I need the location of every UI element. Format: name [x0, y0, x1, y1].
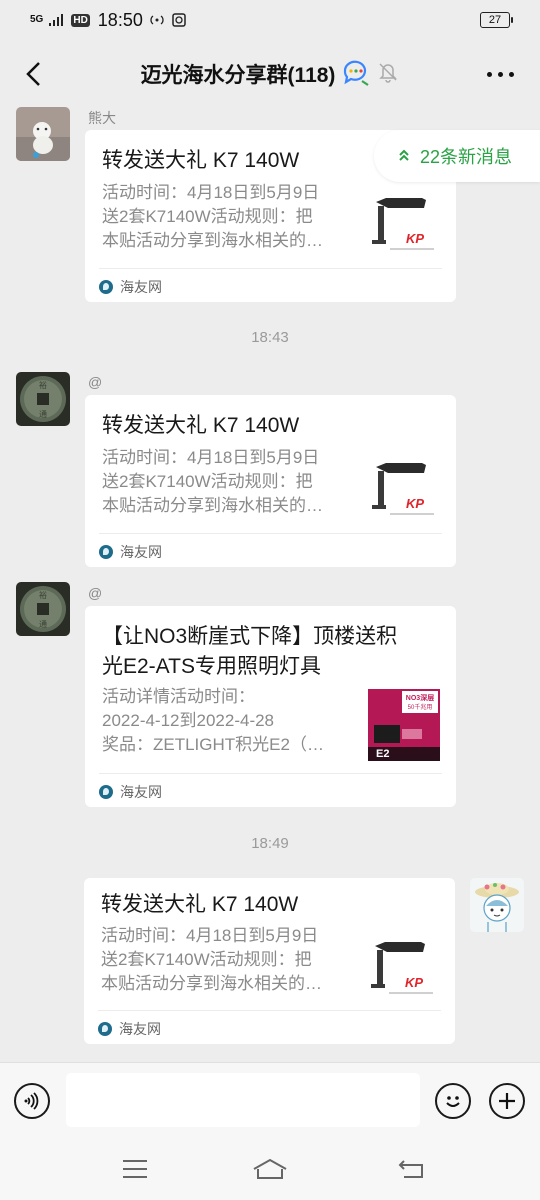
system-nav-bar	[0, 1138, 540, 1200]
haiyou-logo-icon	[99, 545, 113, 559]
card-desc-line: 本贴活动分享到海水相关的…	[102, 231, 323, 250]
haiyou-logo-icon	[99, 785, 113, 799]
card-divider	[99, 773, 442, 774]
thumb-text: E2	[376, 748, 389, 760]
plus-icon	[499, 1093, 515, 1109]
sender-name: @	[88, 374, 103, 390]
thumb-text: 50千兆用	[408, 703, 433, 711]
chevron-up-double-icon	[398, 148, 410, 165]
home-icon	[253, 1158, 287, 1179]
card-desc-line: 奖品：ZETLIGHT积光E2（…	[102, 735, 324, 754]
card-title: 【让NO3断崖式下降】顶楼送积 光E2-ATS专用照明灯具	[102, 622, 397, 682]
menu-icon	[123, 1160, 147, 1178]
mute-bell-icon	[377, 61, 399, 88]
svg-text:通: 通	[39, 409, 47, 419]
status-bar: 5G HD 18:50 27	[0, 0, 540, 40]
avatar-coin[interactable]: 裕 通	[16, 372, 70, 426]
card-source: 海友网	[99, 782, 162, 802]
signal-icon: 5G	[30, 14, 44, 25]
card-title-line: 光E2-ATS专用照明灯具	[102, 655, 321, 678]
card-title: 转发送大礼 K7 140W	[102, 149, 300, 172]
haiyou-logo-icon	[99, 280, 113, 294]
link-card[interactable]: 转发送大礼 K7 140W 活动时间：4月18日到5月9日 送2套K7140W活…	[85, 395, 456, 567]
more-button[interactable]	[480, 62, 520, 86]
voice-button[interactable]	[14, 1083, 50, 1119]
voice-icon	[24, 1092, 39, 1110]
thumb-brand: KP	[406, 496, 424, 511]
home-button[interactable]	[250, 1154, 290, 1184]
svg-text:裕: 裕	[39, 590, 47, 600]
card-desc-line: 送2套K7140W活动规则：把	[102, 207, 313, 226]
card-desc-line: 活动时间：4月18日到5月9日	[102, 183, 320, 202]
link-card[interactable]: 【让NO3断崖式下降】顶楼送积 光E2-ATS专用照明灯具 活动详情活动时间： …	[85, 606, 456, 807]
card-source: 海友网	[99, 277, 162, 297]
card-desc-line: 活动时间：4月18日到5月9日	[101, 926, 319, 945]
card-source: 海友网	[98, 1019, 161, 1039]
card-source-label: 海友网	[120, 784, 162, 800]
unread-count-label: 22条新消息	[420, 147, 513, 167]
link-card[interactable]: 转发送大礼 K7 140W 活动时间：4月18日到5月9日 送2套K7140W活…	[84, 878, 455, 1044]
message-input[interactable]	[66, 1073, 420, 1127]
card-desc-line: 送2套K7140W活动规则：把	[102, 472, 313, 491]
input-bar	[0, 1062, 540, 1138]
battery-level: 27	[488, 14, 502, 26]
avatar-me[interactable]	[470, 878, 524, 932]
plus-button[interactable]	[489, 1083, 525, 1119]
card-divider	[98, 1010, 441, 1011]
card-desc-line: 送2套K7140W活动规则：把	[101, 950, 312, 969]
back-nav-button[interactable]	[392, 1154, 432, 1184]
card-source-label: 海友网	[120, 544, 162, 560]
card-source-label: 海友网	[119, 1021, 161, 1037]
message-timestamp: 18:49	[251, 835, 289, 852]
menu-button[interactable]	[115, 1154, 155, 1184]
card-source-label: 海友网	[120, 279, 162, 295]
unread-messages-button[interactable]: 22条新消息	[374, 130, 540, 182]
notification-icon	[171, 12, 187, 28]
back-button[interactable]	[14, 54, 54, 94]
avatar-coin[interactable]: 裕 通	[16, 582, 70, 636]
emoji-button[interactable]	[435, 1083, 471, 1119]
e2-light-thumbnail: NO3深层 50千兆用 E2	[368, 689, 440, 761]
emoji-icon	[446, 1096, 460, 1107]
more-icon	[486, 71, 492, 77]
k7-light-thumbnail: KP	[368, 188, 440, 260]
card-source: 海友网	[99, 542, 162, 562]
card-divider	[99, 533, 442, 534]
thumb-brand: KP	[406, 231, 424, 246]
card-description: 活动时间：4月18日到5月9日 送2套K7140W活动规则：把 本贴活动分享到海…	[102, 446, 352, 518]
card-description: 活动详情活动时间： 2022-4-12到2022-4-28 奖品：ZETLIGH…	[102, 685, 352, 757]
thumb-brand: KP	[405, 975, 423, 990]
card-description: 活动时间：4月18日到5月9日 送2套K7140W活动规则：把 本贴活动分享到海…	[101, 924, 351, 996]
card-title: 转发送大礼 K7 140W	[102, 414, 300, 437]
card-desc-line: 活动详情活动时间：	[102, 687, 255, 706]
sender-name: @	[88, 585, 103, 601]
hd-icon: HD	[71, 13, 90, 27]
card-title-line: 【让NO3断崖式下降】顶楼送积	[102, 625, 398, 648]
page-title: 迈光海水分享群(118)	[140, 64, 336, 87]
haiyou-logo-icon	[98, 1022, 112, 1036]
back-icon	[26, 62, 40, 86]
card-desc-line: 本贴活动分享到海水相关的…	[102, 496, 323, 515]
card-desc-line: 活动时间：4月18日到5月9日	[102, 448, 320, 467]
status-time: 18:50	[97, 9, 143, 30]
message-timestamp: 18:43	[251, 329, 289, 346]
sender-name: 熊大	[88, 110, 116, 126]
card-desc-line: 本贴活动分享到海水相关的…	[101, 974, 322, 993]
card-description: 活动时间：4月18日到5月9日 送2套K7140W活动规则：把 本贴活动分享到海…	[102, 181, 352, 253]
chat-header: 迈光海水分享群(118)	[0, 40, 540, 108]
card-desc-line: 2022-4-12到2022-4-28	[102, 711, 275, 730]
card-divider	[99, 268, 442, 269]
k7-light-thumbnail: KP	[368, 453, 440, 525]
card-title: 转发送大礼 K7 140W	[101, 893, 299, 916]
hotspot-icon	[149, 12, 165, 28]
back-nav-icon	[398, 1160, 423, 1178]
thumb-text: NO3深层	[406, 693, 434, 702]
group-chat-icon[interactable]	[341, 57, 371, 92]
k7-light-thumbnail: KP	[367, 932, 439, 1004]
svg-text:裕: 裕	[39, 380, 47, 390]
signal-bars-icon	[49, 12, 65, 28]
svg-text:通: 通	[39, 619, 47, 629]
battery-icon: 27	[480, 12, 513, 28]
avatar-xiongda[interactable]	[16, 107, 70, 161]
